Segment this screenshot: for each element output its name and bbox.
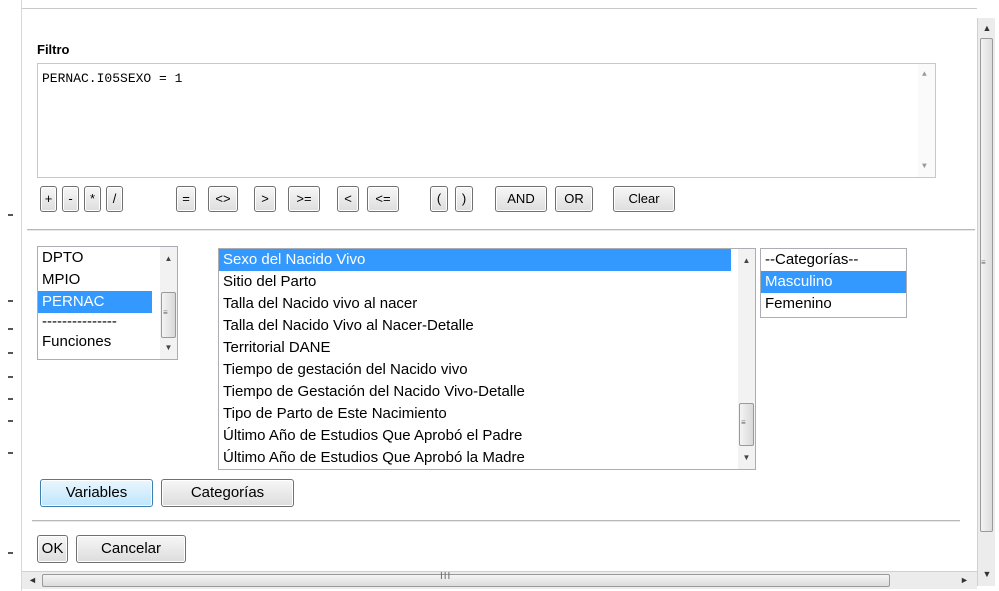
- op-multiply-button[interactable]: *: [84, 186, 101, 212]
- scroll-up-icon[interactable]: ▲: [922, 70, 927, 79]
- category-header: --Categorías--: [765, 251, 859, 268]
- scroll-grip: ≡: [741, 418, 746, 427]
- clear-button[interactable]: Clear: [613, 186, 675, 212]
- op-open-paren-button[interactable]: (: [430, 186, 448, 212]
- op-close-paren-button[interactable]: ): [455, 186, 473, 212]
- strip-mark: [8, 398, 13, 400]
- op-minus-button[interactable]: -: [62, 186, 79, 212]
- scroll-up-icon[interactable]: ▲: [160, 250, 177, 267]
- strip-mark: [8, 352, 13, 354]
- strip-mark: [8, 452, 13, 454]
- ok-button[interactable]: OK: [37, 535, 68, 563]
- strip-mark: [8, 376, 13, 378]
- variable-item[interactable]: Talla del Nacido vivo al nacer: [219, 293, 755, 315]
- categories-listbox[interactable]: --Categorías-- Masculino Femenino: [760, 248, 907, 318]
- table-separator: ---------------: [42, 313, 117, 330]
- scroll-thumb[interactable]: [980, 38, 993, 532]
- table-item-mpio[interactable]: MPIO: [38, 269, 177, 291]
- table-item-dpto[interactable]: DPTO: [38, 247, 177, 269]
- scroll-up-icon[interactable]: ▲: [738, 252, 755, 269]
- scroll-grip: III: [440, 571, 452, 582]
- bottom-divider: [32, 520, 960, 522]
- dialog-top-edge: [22, 8, 977, 9]
- filter-textarea[interactable]: PERNAC.I05SEXO = 1 ▲ ▼: [37, 63, 936, 178]
- op-not-equal-button[interactable]: <>: [208, 186, 238, 212]
- section-divider: [27, 229, 975, 231]
- variable-item[interactable]: Último Año de Estudios Que Aprobó la Mad…: [219, 447, 755, 469]
- strip-mark: [8, 420, 13, 422]
- scroll-left-icon[interactable]: ◄: [24, 572, 41, 589]
- scroll-right-icon[interactable]: ►: [956, 572, 973, 589]
- op-greater-button[interactable]: >: [254, 186, 276, 212]
- strip-mark: [8, 328, 13, 330]
- scroll-down-icon[interactable]: ▼: [922, 162, 927, 171]
- op-and-button[interactable]: AND: [495, 186, 547, 212]
- textarea-scrollbar[interactable]: ▲ ▼: [918, 64, 935, 177]
- background-page-strip: [0, 0, 22, 591]
- category-item-femenino[interactable]: Femenino: [761, 293, 906, 315]
- op-less-equal-button[interactable]: <=: [367, 186, 399, 212]
- variables-button[interactable]: Variables: [40, 479, 153, 507]
- op-plus-button[interactable]: +: [40, 186, 57, 212]
- variable-item[interactable]: Territorial DANE: [219, 337, 755, 359]
- category-item-masculino[interactable]: Masculino: [761, 271, 906, 293]
- op-or-button[interactable]: OR: [555, 186, 593, 212]
- strip-mark: [8, 552, 13, 554]
- scroll-down-icon[interactable]: ▼: [978, 566, 996, 583]
- variable-item[interactable]: Talla del Nacido Vivo al Nacer-Detalle: [219, 315, 755, 337]
- table-item-pernac[interactable]: PERNAC: [38, 291, 152, 313]
- tables-listbox[interactable]: DPTO MPIO PERNAC --------------- Funcion…: [37, 246, 178, 360]
- tables-scrollbar[interactable]: ▲ ≡ ▼: [160, 247, 177, 359]
- op-greater-equal-button[interactable]: >=: [288, 186, 320, 212]
- filter-label: Filtro: [37, 42, 70, 57]
- cancel-button[interactable]: Cancelar: [76, 535, 186, 563]
- op-less-button[interactable]: <: [337, 186, 359, 212]
- variable-item[interactable]: Último Año de Estudios Que Aprobó el Pad…: [219, 425, 755, 447]
- variables-scrollbar[interactable]: ▲ ≡ ▼: [738, 249, 755, 469]
- scroll-down-icon[interactable]: ▼: [160, 339, 177, 356]
- scroll-grip: ≡: [163, 308, 168, 317]
- scroll-down-icon[interactable]: ▼: [738, 449, 755, 466]
- variable-item[interactable]: Tipo de Parto de Este Nacimiento: [219, 403, 755, 425]
- variable-item[interactable]: Sexo del Nacido Vivo: [219, 249, 731, 271]
- scroll-thumb[interactable]: [42, 574, 890, 587]
- variables-listbox[interactable]: Sexo del Nacido Vivo Sitio del Parto Tal…: [218, 248, 756, 470]
- scroll-grip: ≡: [981, 258, 986, 267]
- categorias-button[interactable]: Categorías: [161, 479, 294, 507]
- table-item-funciones[interactable]: Funciones: [38, 331, 177, 353]
- op-equal-button[interactable]: =: [176, 186, 196, 212]
- op-divide-button[interactable]: /: [106, 186, 123, 212]
- scroll-up-icon[interactable]: ▲: [978, 20, 996, 37]
- window-vertical-scrollbar[interactable]: ▲ ≡ ▼: [977, 18, 995, 586]
- filter-text: PERNAC.I05SEXO = 1: [42, 71, 183, 86]
- variable-item[interactable]: Tiempo de Gestación del Nacido Vivo-Deta…: [219, 381, 755, 403]
- variable-item[interactable]: Tiempo de gestación del Nacido vivo: [219, 359, 755, 381]
- variable-item[interactable]: Sitio del Parto: [219, 271, 755, 293]
- window-horizontal-scrollbar[interactable]: ◄ III ►: [22, 571, 977, 589]
- strip-mark: [8, 300, 13, 302]
- strip-mark: [8, 214, 13, 216]
